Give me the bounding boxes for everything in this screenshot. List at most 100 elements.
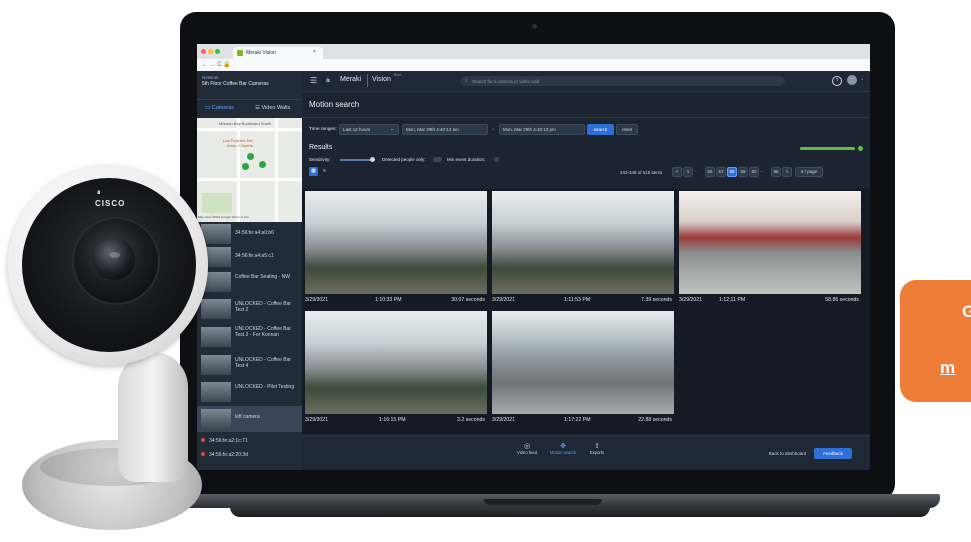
page-button[interactable]: 1 [683,167,693,177]
next-page-button[interactable]: > [782,167,792,177]
promo-link[interactable]: m [940,358,955,378]
close-tab-icon[interactable]: × [313,49,316,55]
map-camera-marker[interactable] [242,163,249,170]
sidebar: Network 5th Floor Coffee Bar Cameras ▭ C… [197,71,302,470]
camera-list-item[interactable]: 34:56:fe:a2:20:3d [197,449,302,461]
promo-banner[interactable]: G m [900,280,971,402]
end-datetime-input[interactable]: Mon, Mar 29th 4:40:13 pm [499,124,585,135]
time-range-select[interactable]: Last 12 hours ⌄ [339,124,399,135]
activity-indicator [858,146,863,151]
page-button-active[interactable]: 58 [727,167,737,177]
network-label: Network [202,75,219,80]
sensitivity-slider-handle[interactable] [370,157,375,162]
maximize-window-dot[interactable] [215,49,220,54]
tab-cameras[interactable]: ▭ Cameras [205,105,234,111]
camera-list-item[interactable]: UNLOCKED - Pilot Testing [197,379,302,405]
camera-name: UNLOCKED - Coffee Bar Test 3 - For Konna… [235,326,292,338]
start-datetime-input[interactable]: Mon, Mar 29th 4:40:13 am [402,124,488,135]
search-button[interactable]: search [587,124,614,135]
page-title: Motion search [309,100,360,109]
video-feed-label: Video feed [517,450,537,455]
camera-list-item-selected[interactable]: left camera [197,406,302,432]
result-card[interactable]: 3/29/2021 1:12:11 PM 58.86 seconds [679,191,861,309]
camera-list-item[interactable]: 34:56:fe:a4:a0:b6 [197,223,302,245]
page-button[interactable]: 60 [749,167,759,177]
result-duration: 7.39 seconds [641,297,672,303]
result-date: 3/29/2021 [492,417,516,423]
camera-name: 34:56:fe:a4:a0:b6 [235,230,274,236]
camera-name: Coffee Bar Seating - NW [235,274,290,280]
search-input[interactable]: ⌕ Search for a camera or video wall [460,76,785,86]
video-feed-tab[interactable]: ◎ Video feed [512,442,542,466]
per-page-select[interactable]: 6 / page [795,167,823,177]
result-duration: 22.88 seconds [638,417,672,423]
end-datetime-value: Mon, Mar 29th 4:40:13 pm [503,127,556,132]
camera-thumbnail [201,327,231,347]
network-selector[interactable]: 5th Floor Coffee Bar Cameras [202,81,269,87]
divider [302,117,870,118]
result-duration: 30.07 seconds [451,297,485,303]
back-to-dashboard-button[interactable]: Back to dashboard [764,448,811,459]
beta-badge: Beta [394,73,402,77]
items-range: 343-348 of 515 items [620,170,663,175]
result-card[interactable]: 3/29/2021 1:17:22 PM 22.88 seconds [492,311,674,429]
camera-lens-inner [93,238,135,280]
result-card[interactable]: 3/29/2021 1:11:53 PM 7.39 seconds [492,191,674,309]
camera-list-item[interactable]: UNLOCKED - Coffee Bar Test 3 - For Konna… [197,323,302,351]
divider [197,99,302,100]
camera-list-item[interactable]: 34:56:fe:a2:1c:71 [197,435,302,447]
camera-list-item[interactable]: Coffee Bar Seating - NW [197,269,302,295]
list-view-icon[interactable]: ≡ [320,167,329,176]
camera-name: UNLOCKED - Coffee Bar Test 2 [235,301,292,313]
page-ellipsis[interactable]: ... [760,168,764,173]
avatar[interactable] [847,75,857,85]
result-card[interactable]: 3/29/2021 1:10:33 PM 30.07 seconds [305,191,487,309]
page-button[interactable]: 56 [705,167,715,177]
offline-status-icon [201,452,205,456]
page-ellipsis[interactable]: ... [694,168,698,173]
results-title: Results [309,144,333,151]
product-name: Vision [372,76,391,83]
page-button[interactable]: 86 [771,167,781,177]
map-road [275,118,278,222]
search-icon: ⌕ [465,78,468,83]
camera-brand-label: CISCO [95,199,126,208]
map-camera-marker[interactable] [259,161,266,168]
help-icon[interactable]: ? [832,76,842,86]
min-event-slider[interactable] [494,157,499,162]
laptop-notch [484,499,602,505]
browser-nav-icons[interactable]: ← → C 🔒 [202,61,231,68]
camera-list-item[interactable]: UNLOCKED - Coffee Bar Test 4 [197,352,302,378]
reset-button[interactable]: reset [616,124,638,135]
app-header: ☰ ıllıı Meraki Vision Beta ⌕ Search for … [302,71,870,92]
map-road [197,128,302,131]
close-window-dot[interactable] [201,49,206,54]
hamburger-menu-icon[interactable]: ☰ [310,76,317,85]
map-camera-marker[interactable] [247,153,254,160]
camera-thumbnail [201,382,231,402]
grid-view-icon[interactable]: ▦ [309,167,318,176]
camera-name: 34:56:fe:a2:1c:71 [209,438,248,444]
result-time: 1:17:22 PM [564,417,591,423]
browser-tab[interactable]: Meraki Vision × [233,47,323,59]
feedback-button[interactable]: Feedback [814,448,852,459]
chevron-down-icon[interactable]: ⌄ [860,76,864,82]
page-button[interactable]: 57 [716,167,726,177]
page-button[interactable]: 59 [738,167,748,177]
sensitivity-slider[interactable] [340,159,372,161]
camera-map[interactable]: Mission Bay Boulevard South Los Poderes … [197,118,302,222]
minimize-window-dot[interactable] [208,49,213,54]
motion-search-tab[interactable]: ✥ Motion search [546,442,580,466]
exports-tab[interactable]: ⇪ Exports [584,442,610,466]
laptop-base [230,507,930,517]
prev-page-button[interactable]: < [672,167,682,177]
result-time: 1:12:11 PM [719,297,746,303]
tab-video-walls[interactable]: ☰ Video Walls [255,105,290,111]
result-card[interactable]: 3/29/2021 1:16:15 PM 3.2 seconds [305,311,487,429]
map-place-label: Amor Y Suerte [227,143,254,148]
lens-reflection [110,252,120,258]
result-date: 3/29/2021 [679,297,703,303]
camera-list-item[interactable]: 34:56:fe:a4:a5:c1 [197,246,302,268]
detected-people-toggle[interactable] [433,157,442,162]
camera-list-item[interactable]: UNLOCKED - Coffee Bar Test 2 [197,296,302,322]
